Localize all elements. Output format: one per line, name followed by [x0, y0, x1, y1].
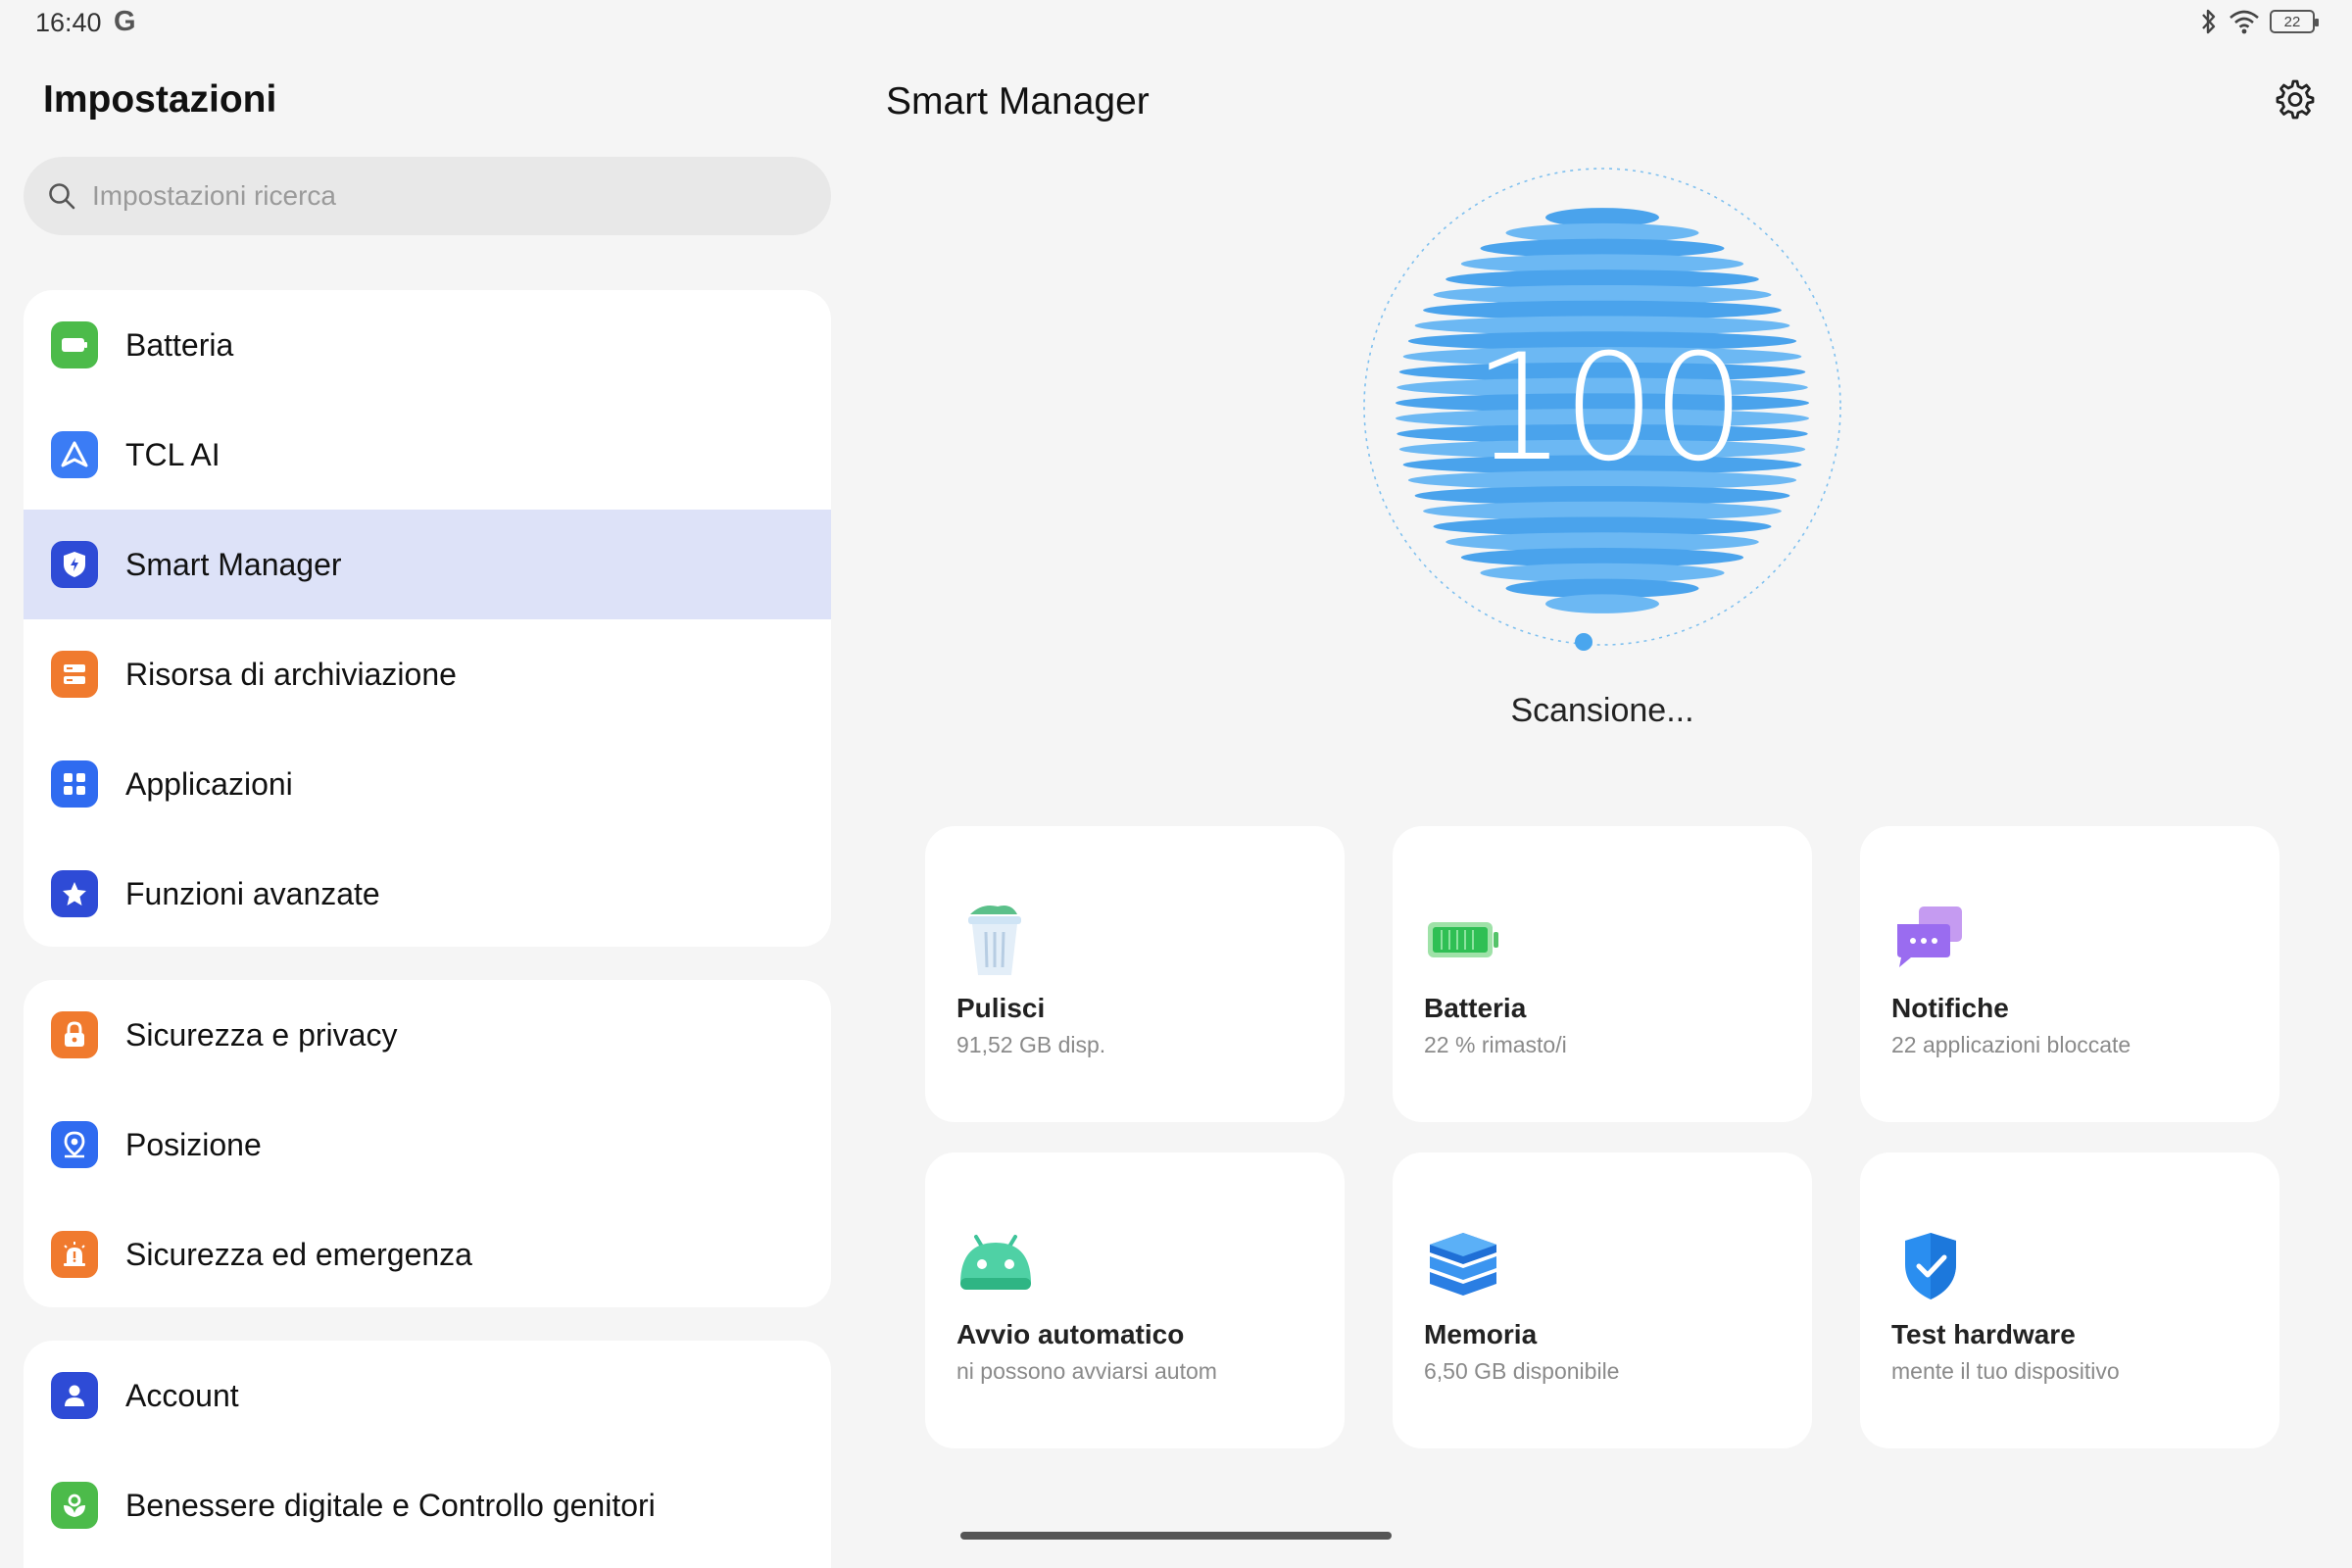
card-title: Avvio automatico — [956, 1319, 1185, 1349]
sidebar-item-archiviazione[interactable]: Risorsa di archiviazione — [24, 619, 831, 729]
sidebar-item-applicazioni[interactable]: Applicazioni — [24, 729, 831, 839]
sidebar-item-smart-manager[interactable]: Smart Manager — [24, 510, 831, 619]
android-icon — [956, 1227, 1035, 1305]
sidebar-item-label: Batteria — [125, 326, 234, 363]
card-pulisci[interactable]: Pulisci 91,52 GB disp. — [925, 826, 1345, 1122]
sidebar-item-sicurezza-privacy[interactable]: Sicurezza e privacy — [24, 980, 831, 1090]
sidebar-item-batteria[interactable]: Batteria — [24, 290, 831, 400]
battery-icon — [1424, 901, 1502, 979]
sidebar-item-label: Benessere digitale e Controllo genitori — [125, 1487, 656, 1523]
wellbeing-icon — [51, 1482, 98, 1529]
status-bar: 16:40 G 22 — [0, 0, 2352, 47]
scan-status: Scansione... — [1510, 692, 1694, 729]
search-input[interactable] — [92, 180, 778, 212]
card-title: Test hardware — [1891, 1319, 2076, 1349]
bluetooth-icon — [2199, 8, 2219, 35]
sidebar-item-label: Applicazioni — [125, 765, 293, 802]
google-icon: G — [114, 6, 136, 37]
card-avvio-automatico[interactable]: Avvio automatico ni possono avviarsi aut… — [925, 1152, 1345, 1448]
lock-icon — [51, 1011, 98, 1058]
settings-title: Impostazioni — [43, 78, 277, 121]
sidebar-item-label: Smart Manager — [125, 546, 342, 582]
status-time: 16:40 — [35, 8, 102, 37]
card-title: Pulisci — [956, 993, 1046, 1023]
status-icons: 22 — [2199, 8, 2319, 35]
orb-stripe — [1545, 594, 1659, 613]
card-subtitle: mente il tuo dispositivo — [1891, 1358, 2120, 1384]
sidebar-item-sicurezza-emergenza[interactable]: Sicurezza ed emergenza — [24, 1200, 831, 1307]
sidebar-item-label: Sicurezza e privacy — [125, 1016, 398, 1053]
shield-check-icon — [1891, 1227, 1970, 1305]
sidebar-item-label: Posizione — [125, 1126, 262, 1162]
card-subtitle: 6,50 GB disponibile — [1424, 1358, 1620, 1384]
page-title: Smart Manager — [886, 80, 1150, 122]
card-batteria[interactable]: Batteria 22 % rimasto/i — [1393, 826, 1812, 1122]
search-icon — [49, 183, 75, 210]
sidebar-item-label: Risorsa di archiviazione — [125, 656, 457, 692]
sidebar-item-label: TCL AI — [125, 436, 220, 472]
wifi-icon — [2229, 9, 2260, 34]
card-memoria[interactable]: Memoria 6,50 GB disponibile — [1393, 1152, 1812, 1448]
card-title: Memoria — [1424, 1319, 1538, 1349]
trash-icon — [956, 901, 1035, 979]
battery-icon: 22 — [2270, 10, 2319, 33]
card-title: Notifiche — [1891, 993, 2009, 1023]
card-subtitle: 22 applicazioni bloccate — [1891, 1032, 2132, 1057]
sidebar-item-label: Account — [125, 1377, 239, 1413]
emergency-icon — [51, 1231, 98, 1278]
gear-icon[interactable] — [2274, 78, 2317, 126]
apps-icon — [51, 760, 98, 808]
sidebar-item-posizione[interactable]: Posizione — [24, 1090, 831, 1200]
card-notifiche[interactable]: Notifiche 22 applicazioni bloccate — [1860, 826, 2279, 1122]
sidebar-item-benessere[interactable]: Benessere digitale e Controllo genitori — [24, 1450, 831, 1560]
home-indicator[interactable] — [960, 1532, 1392, 1540]
search-bar[interactable] — [24, 157, 831, 235]
card-test-hardware[interactable]: Test hardware mente il tuo dispositivo — [1860, 1152, 2279, 1448]
card-subtitle: 22 % rimasto/i — [1424, 1032, 1567, 1057]
sidebar-item-tcl-ai[interactable]: TCL AI — [24, 400, 831, 510]
sidebar-item-account[interactable]: Account — [24, 1341, 831, 1450]
battery-level: 22 — [2283, 13, 2301, 30]
card-title: Batteria — [1424, 993, 1527, 1023]
star-icon — [51, 870, 98, 917]
battery-icon — [51, 321, 98, 368]
card-subtitle: ni possono avviarsi autom — [956, 1358, 1217, 1384]
sidebar-item-label: Sicurezza ed emergenza — [125, 1236, 472, 1272]
card-subtitle: 91,52 GB disp. — [956, 1032, 1106, 1057]
person-icon — [51, 1372, 98, 1419]
memory-icon — [1424, 1227, 1502, 1305]
shield-icon — [51, 541, 98, 588]
settings-group-3: Account Benessere digitale e Controllo g… — [24, 1341, 831, 1568]
location-icon — [51, 1121, 98, 1168]
notification-icon — [1891, 901, 1970, 979]
tcl-ai-icon — [51, 431, 98, 478]
sidebar-item-funzioni-avanzate[interactable]: Funzioni avanzate — [24, 839, 831, 947]
storage-icon — [51, 651, 98, 698]
settings-group-1: Batteria TCL AI Smart Manager Risorsa di… — [24, 290, 831, 947]
score-value: 100 — [1472, 323, 1745, 494]
sidebar-item-label: Funzioni avanzate — [125, 875, 380, 911]
settings-group-2: Sicurezza e privacy Posizione Sicurezza … — [24, 980, 831, 1307]
score-orb: 100 — [1362, 167, 1852, 657]
